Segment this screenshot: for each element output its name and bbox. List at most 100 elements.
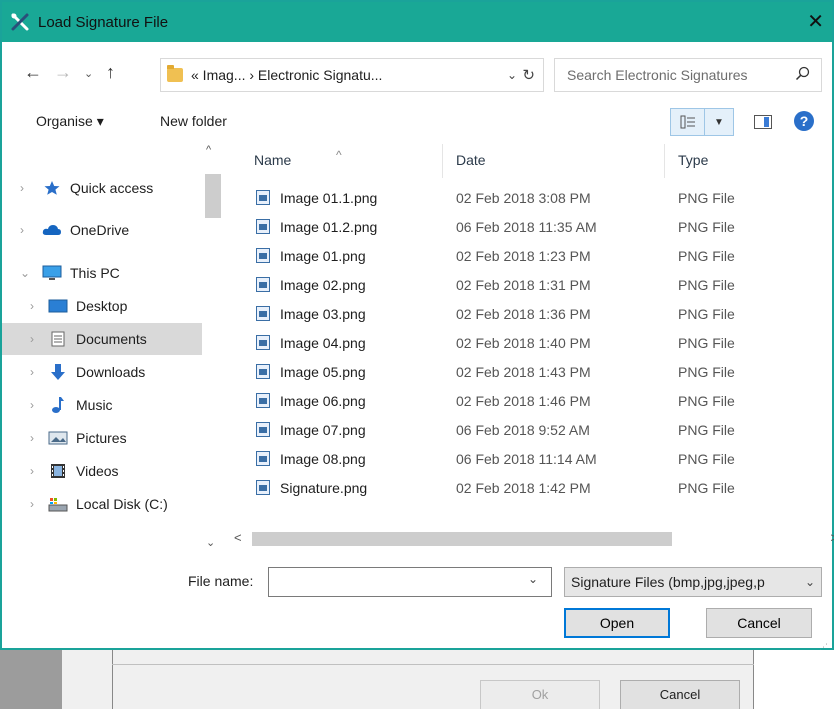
preview-pane-icon[interactable] xyxy=(754,115,772,129)
scroll-up-icon[interactable]: ^ xyxy=(206,144,211,156)
nav-item-desktop[interactable]: › Desktop xyxy=(2,290,202,322)
file-type: PNG File xyxy=(678,451,735,467)
nav-item-quick-access[interactable]: › Quick access xyxy=(2,172,202,204)
nav-label: Local Disk (C:) xyxy=(76,496,168,512)
file-row[interactable]: Image 03.png 02 Feb 2018 1:36 PM PNG File xyxy=(232,300,832,328)
chevron-right-icon[interactable]: › xyxy=(20,181,32,195)
nav-item-documents[interactable]: › Documents xyxy=(2,323,202,355)
file-name: Image 08.png xyxy=(280,451,366,467)
column-divider[interactable] xyxy=(664,144,665,178)
scroll-thumb[interactable] xyxy=(252,532,672,546)
column-header-name[interactable]: Name ^ xyxy=(254,148,342,168)
chevron-right-icon[interactable]: › xyxy=(30,332,42,346)
ok-button[interactable]: Ok xyxy=(480,680,600,709)
pictures-icon xyxy=(48,429,68,447)
scroll-right-icon[interactable]: > xyxy=(830,530,834,545)
horizontal-scrollbar[interactable]: < > xyxy=(230,528,834,550)
search-placeholder: Search Electronic Signatures xyxy=(567,67,748,83)
chevron-down-icon[interactable]: ⌄ xyxy=(507,68,517,82)
file-type-select[interactable]: Signature Files (bmp,jpg,jpeg,p ⌄ xyxy=(564,567,822,597)
file-row[interactable]: Image 02.png 02 Feb 2018 1:31 PM PNG File xyxy=(232,271,832,299)
column-header-date[interactable]: Date xyxy=(456,152,486,168)
address-bar[interactable]: « Imag... › Electronic Signatu... ⌄ ↻ xyxy=(160,58,544,92)
desktop-icon xyxy=(48,297,68,315)
cloud-icon xyxy=(42,221,62,239)
file-type: PNG File xyxy=(678,219,735,235)
window-title: Load Signature File xyxy=(38,13,169,31)
open-button[interactable]: Open xyxy=(564,608,670,638)
cancel-button[interactable]: Cancel xyxy=(706,608,812,638)
file-name: Image 03.png xyxy=(280,306,366,322)
file-row[interactable]: Image 05.png 02 Feb 2018 1:43 PM PNG File xyxy=(232,358,832,386)
file-row[interactable]: Image 06.png 02 Feb 2018 1:46 PM PNG File xyxy=(232,387,832,415)
title-bar[interactable]: Load Signature File ✕ xyxy=(2,2,832,42)
image-file-icon xyxy=(256,219,270,234)
star-icon xyxy=(42,179,62,197)
chevron-right-icon[interactable]: › xyxy=(30,365,42,379)
nav-item-pictures[interactable]: › Pictures xyxy=(2,422,202,454)
nav-item-downloads[interactable]: › Downloads xyxy=(2,356,202,388)
breadcrumb[interactable]: « Imag... › Electronic Signatu... xyxy=(191,67,382,83)
cancel-button[interactable]: Cancel xyxy=(620,680,740,709)
file-list: Name ^ Date Type Image 01.1.png 02 Feb 20… xyxy=(232,144,834,524)
nav-scrollbar[interactable]: ^ ⌄ xyxy=(202,144,222,554)
image-file-icon xyxy=(256,277,270,292)
view-dropdown-icon[interactable]: ▼ xyxy=(705,117,733,128)
file-name-field[interactable] xyxy=(268,567,552,597)
details-view-icon[interactable] xyxy=(671,109,705,135)
refresh-icon[interactable]: ↻ xyxy=(522,66,535,84)
search-icon[interactable] xyxy=(795,66,811,82)
chevron-down-icon[interactable]: ⌄ xyxy=(805,575,815,589)
file-row[interactable]: Image 01.png 02 Feb 2018 1:23 PM PNG File xyxy=(232,242,832,270)
help-icon[interactable]: ? xyxy=(794,111,814,131)
scroll-down-icon[interactable]: ⌄ xyxy=(206,536,215,549)
nav-item-onedrive[interactable]: › OneDrive xyxy=(2,214,202,246)
column-header-type[interactable]: Type xyxy=(678,152,708,168)
image-file-icon xyxy=(256,422,270,437)
file-row[interactable]: Image 08.png 06 Feb 2018 11:14 AM PNG File xyxy=(232,445,832,473)
chevron-right-icon[interactable]: › xyxy=(30,299,42,313)
up-arrow-icon[interactable]: ↑ xyxy=(106,62,115,83)
chevron-right-icon[interactable]: › xyxy=(30,398,42,412)
nav-label: Downloads xyxy=(76,364,146,380)
load-signature-dialog: Load Signature File ✕ ← → ⌄ ↑ « Imag... … xyxy=(0,0,834,652)
change-view-button[interactable]: ▼ xyxy=(670,108,734,136)
organise-button[interactable]: Organise ▾ xyxy=(36,113,104,130)
chevron-right-icon[interactable]: › xyxy=(20,223,32,237)
divider xyxy=(112,664,754,665)
file-date: 06 Feb 2018 11:14 AM xyxy=(456,451,597,467)
image-file-icon xyxy=(256,335,270,350)
file-type-value: Signature Files (bmp,jpg,jpeg,p xyxy=(571,574,765,590)
document-icon xyxy=(48,330,68,348)
nav-item-videos[interactable]: › Videos xyxy=(2,455,202,487)
scroll-left-icon[interactable]: < xyxy=(234,530,242,545)
chevron-down-icon[interactable]: ⌄ xyxy=(20,266,32,280)
column-divider[interactable] xyxy=(442,144,443,178)
chevron-right-icon[interactable]: › xyxy=(30,464,42,478)
file-row[interactable]: Image 07.png 06 Feb 2018 9:52 AM PNG File xyxy=(232,416,832,444)
chevron-right-icon[interactable]: › xyxy=(30,497,42,511)
nav-item-local-disk[interactable]: › Local Disk (C:) xyxy=(2,488,202,520)
file-row[interactable]: Image 01.1.png 02 Feb 2018 3:08 PM PNG Fil… xyxy=(232,184,832,212)
scroll-thumb[interactable] xyxy=(205,174,221,218)
forward-arrow-icon[interactable]: → xyxy=(54,62,72,83)
nav-item-music[interactable]: › Music xyxy=(2,389,202,421)
file-type: PNG File xyxy=(678,306,735,322)
navigation-pane: › Quick access › OneDrive ⌄ This PC › De… xyxy=(2,144,222,554)
chevron-down-icon[interactable]: ⌄ xyxy=(528,572,538,586)
chevron-right-icon[interactable]: › xyxy=(30,431,42,445)
file-row[interactable]: Signature.png 02 Feb 2018 1:42 PM PNG File xyxy=(232,474,832,502)
file-date: 02 Feb 2018 1:36 PM xyxy=(456,306,591,322)
disk-icon xyxy=(48,495,68,513)
folder-icon xyxy=(167,65,183,82)
file-name: Image 05.png xyxy=(280,364,366,380)
new-folder-button[interactable]: New folder xyxy=(160,113,227,129)
back-arrow-icon[interactable]: ← xyxy=(24,62,42,83)
file-name: Image 01.2.png xyxy=(280,219,378,235)
file-row[interactable]: Image 01.2.png 06 Feb 2018 11:35 AM PNG Fi… xyxy=(232,213,832,241)
file-row[interactable]: Image 04.png 02 Feb 2018 1:40 PM PNG File xyxy=(232,329,832,357)
nav-item-this-pc[interactable]: ⌄ This PC xyxy=(2,257,202,289)
search-input[interactable]: Search Electronic Signatures xyxy=(554,58,822,92)
recent-locations-chevron-icon[interactable]: ⌄ xyxy=(84,67,93,80)
close-icon[interactable]: ✕ xyxy=(807,9,824,34)
